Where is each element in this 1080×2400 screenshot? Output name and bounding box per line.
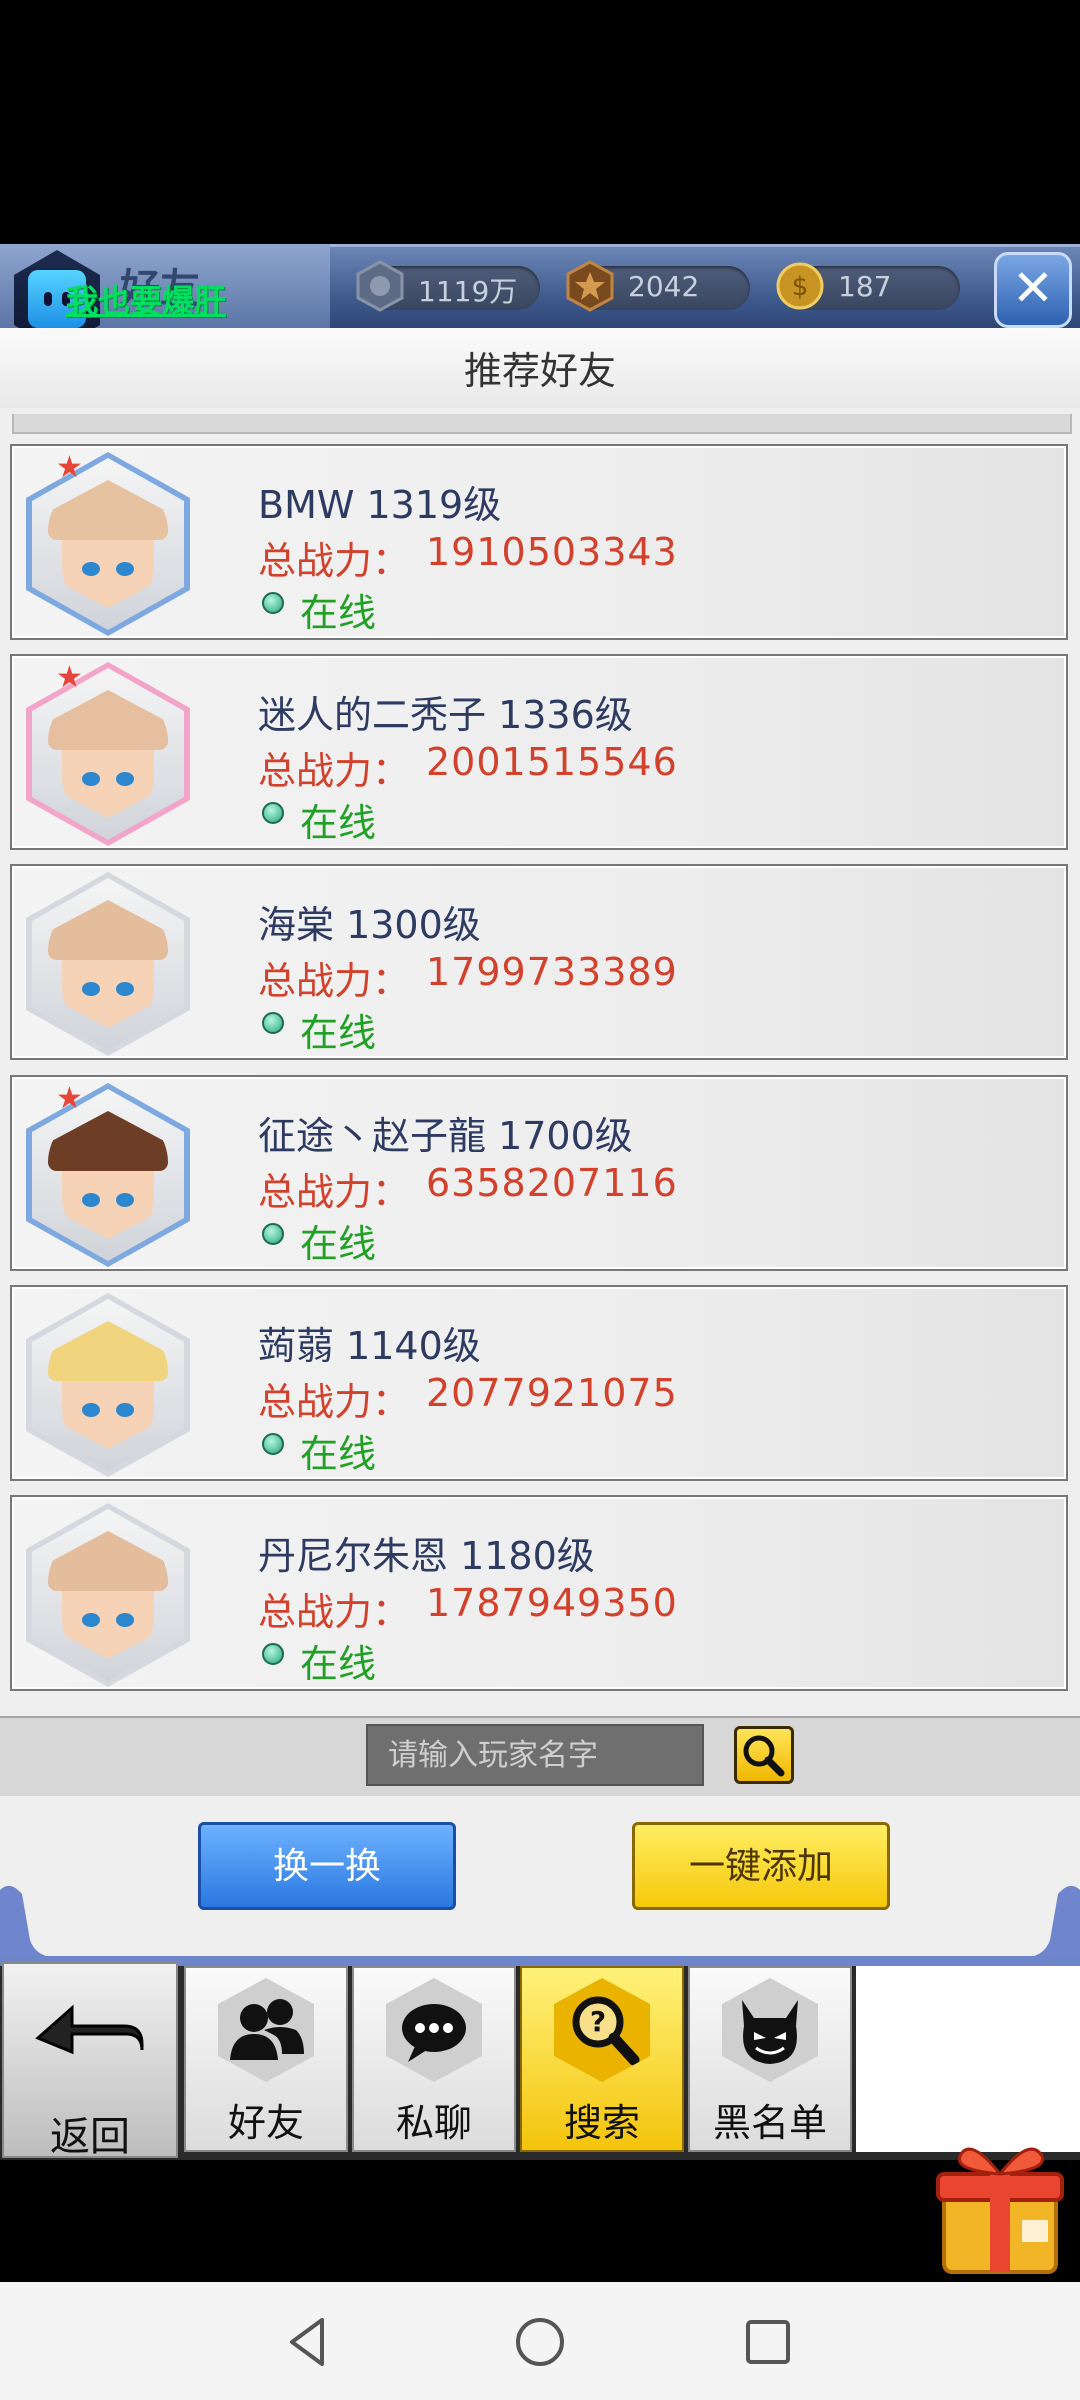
- back-label: 返回: [50, 2114, 130, 2160]
- devil-icon: [742, 2000, 798, 2064]
- power-label: 总战力：: [258, 1590, 411, 1634]
- nav-empty-slot: [856, 1966, 1080, 2152]
- currency-honor-value: 2042: [628, 270, 700, 303]
- online-status: 在线: [300, 591, 377, 635]
- search-icon: [743, 1735, 785, 1777]
- friend-name: 迷人的二秃子 1336级: [258, 693, 633, 737]
- online-dot-icon: [262, 1433, 284, 1455]
- friend-avatar[interactable]: [26, 1503, 190, 1687]
- currency-honor: 2042: [566, 260, 750, 312]
- top-black-area: [0, 0, 1080, 244]
- friend-name: 征途丶赵子龍 1700级: [258, 1114, 633, 1158]
- friend-name: 海棠 1300级: [258, 903, 481, 947]
- nav-home-icon[interactable]: [510, 2312, 570, 2372]
- tab-friends-label: 好友: [227, 2101, 304, 2145]
- coin-shield-icon: [356, 260, 404, 312]
- power-value: 1799733389: [426, 950, 678, 994]
- tab-blacklist-label: 黑名单: [712, 2101, 827, 2145]
- currency-power: 1119万: [356, 260, 540, 312]
- friend-avatar[interactable]: [26, 452, 190, 636]
- search-button[interactable]: [734, 1726, 794, 1784]
- promo-link[interactable]: 我也要爆肝: [66, 276, 226, 322]
- online-status: 在线: [300, 801, 377, 845]
- nav-recents-icon[interactable]: [738, 2312, 798, 2372]
- currency-power-value: 1119万: [418, 275, 518, 308]
- chat-bubble-icon: [402, 2004, 466, 2062]
- gold-coin-icon: $: [776, 262, 824, 310]
- back-button[interactable]: 返回: [2, 1962, 178, 2160]
- tab-private-chat-label: 私聊: [395, 2101, 472, 2145]
- player-name-input[interactable]: [366, 1724, 704, 1786]
- online-status: 在线: [300, 1011, 377, 1055]
- friend-row[interactable]: 蒟蒻 1140级 总战力： 2077921075 在线: [10, 1285, 1068, 1481]
- power-value: 1910503343: [426, 530, 678, 574]
- online-status: 在线: [300, 1642, 377, 1686]
- online-dot-icon: [262, 1643, 284, 1665]
- friend-row[interactable]: 海棠 1300级 总战力： 1799733389 在线: [10, 864, 1068, 1060]
- power-value: 1787949350: [426, 1581, 678, 1625]
- tab-blacklist[interactable]: 黑名单: [688, 1966, 852, 2152]
- online-dot-icon: [262, 1012, 284, 1034]
- friend-avatar[interactable]: [26, 662, 190, 846]
- tab-search-label: 搜索: [563, 2101, 640, 2145]
- online-dot-icon: [262, 592, 284, 614]
- refresh-button[interactable]: 换一换: [198, 1822, 456, 1910]
- friend-row[interactable]: ★ 迷人的二秃子 1336级 总战力： 2001515546 在线: [10, 654, 1068, 850]
- online-status: 在线: [300, 1432, 377, 1476]
- power-label: 总战力：: [258, 539, 411, 583]
- power-value: 2001515546: [426, 740, 678, 784]
- friend-avatar[interactable]: [26, 1293, 190, 1477]
- tab-private-chat[interactable]: 私聊: [352, 1966, 516, 2152]
- currency-gold: $ 187: [776, 262, 960, 310]
- svg-text:$: $: [792, 272, 809, 302]
- power-label: 总战力：: [258, 959, 411, 1003]
- close-button[interactable]: ✕: [994, 252, 1072, 328]
- power-label: 总战力：: [258, 1170, 411, 1214]
- power-label: 总战力：: [258, 1380, 411, 1424]
- online-dot-icon: [262, 802, 284, 824]
- honor-medal-icon: [566, 260, 614, 312]
- panel-title: 推荐好友: [463, 349, 616, 393]
- star-badge-icon: ★: [56, 450, 83, 485]
- gift-box-icon[interactable]: [930, 2130, 1070, 2280]
- svg-text:?: ?: [590, 2005, 606, 2038]
- power-label: 总战力：: [258, 749, 411, 793]
- back-arrow-icon: [35, 2004, 144, 2055]
- tab-friends[interactable]: 好友: [184, 1966, 348, 2152]
- friend-avatar[interactable]: [26, 872, 190, 1056]
- power-value: 2077921075: [426, 1371, 678, 1415]
- nav-back-icon[interactable]: [278, 2312, 338, 2372]
- currency-gold-value: 187: [838, 270, 892, 303]
- friend-row[interactable]: ★ BMW 1319级 总战力： 1910503343 在线: [10, 444, 1068, 640]
- search-question-icon: ?: [572, 1996, 640, 2066]
- star-badge-icon: ★: [56, 660, 83, 695]
- friend-avatar[interactable]: [26, 1083, 190, 1267]
- add-all-button[interactable]: 一键添加: [632, 1822, 890, 1910]
- friends-icon: [230, 1999, 304, 2060]
- panel-bottom-frame: [0, 1885, 1080, 1960]
- power-value: 6358207116: [426, 1161, 678, 1205]
- friend-name: 丹尼尔朱恩 1180级: [258, 1534, 595, 1578]
- online-status: 在线: [300, 1222, 377, 1266]
- friend-row[interactable]: ★ 征途丶赵子龍 1700级 总战力： 6358207116 在线: [10, 1075, 1068, 1271]
- tab-search[interactable]: ? 搜索: [520, 1966, 684, 2152]
- friend-name: 蒟蒻 1140级: [258, 1324, 481, 1368]
- list-top-edge: [12, 414, 1072, 434]
- star-badge-icon: ★: [56, 1081, 83, 1116]
- online-dot-icon: [262, 1223, 284, 1245]
- friend-row[interactable]: 丹尼尔朱恩 1180级 总战力： 1787949350 在线: [10, 1495, 1068, 1691]
- friend-name: BMW 1319级: [258, 483, 502, 527]
